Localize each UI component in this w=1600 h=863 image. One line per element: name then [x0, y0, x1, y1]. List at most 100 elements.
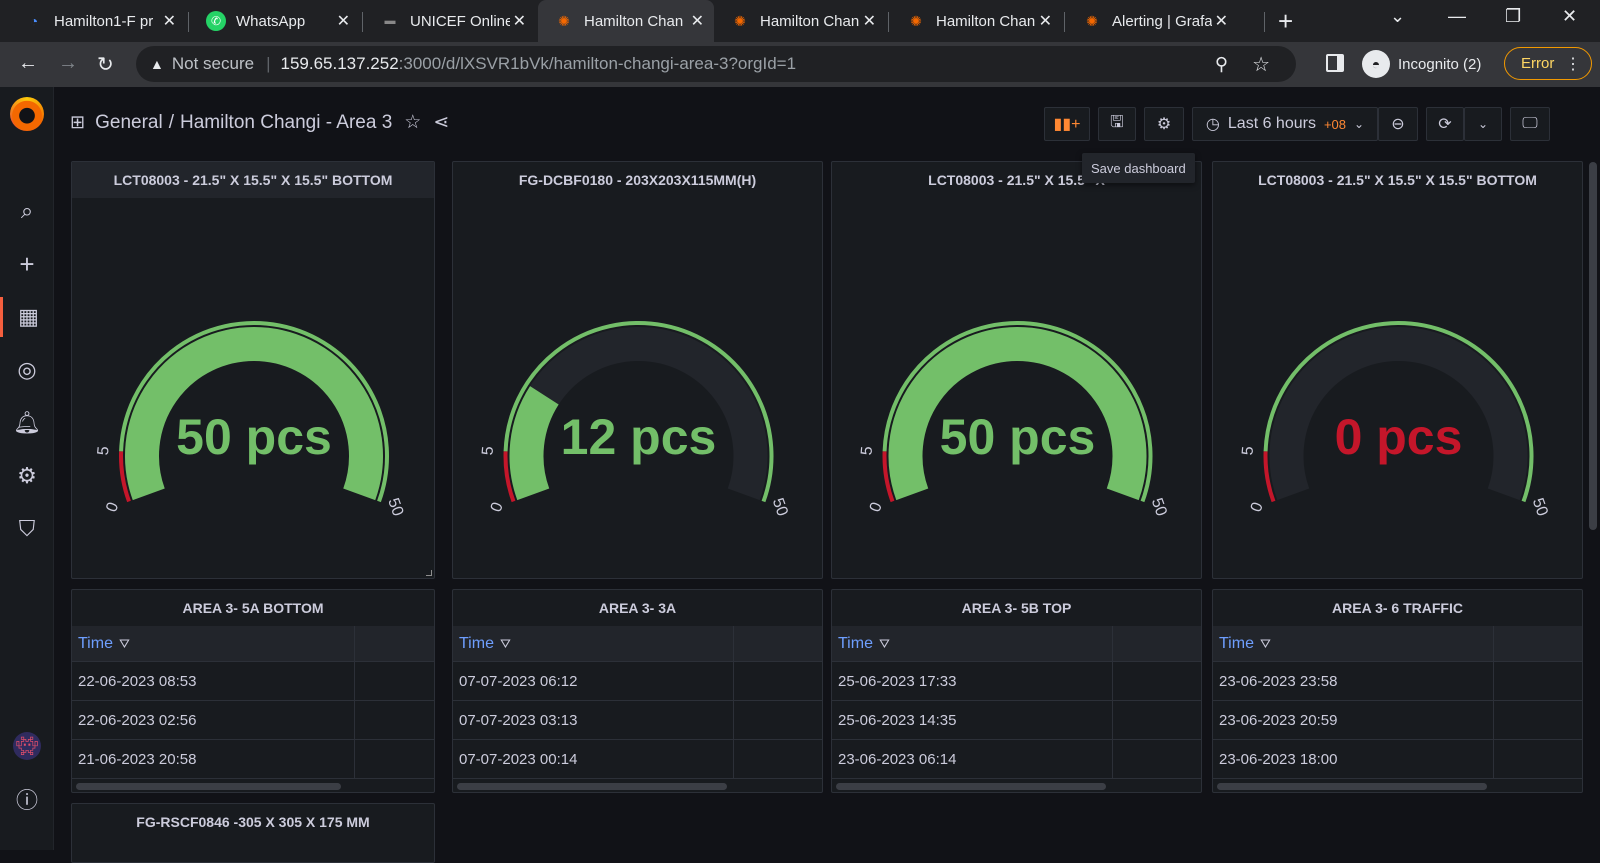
gauge-value-text: 50 pcs: [940, 409, 1096, 465]
panel-title[interactable]: AREA 3- 3A: [453, 590, 822, 626]
column-header-time[interactable]: Time ⛛: [832, 635, 890, 653]
resize-handle[interactable]: [426, 570, 432, 576]
browser-tab[interactable]: ✺ Alerting | Grafa ✕: [1066, 0, 1238, 42]
panel-title[interactable]: FG-RSCF0846 -305 X 305 X 175 MM: [72, 804, 434, 840]
panel-title[interactable]: LCT08003 - 21.5" X 15.5" X 15.5" BOTTOM: [72, 162, 434, 198]
search-icon[interactable]: ⌕: [0, 191, 54, 231]
timezone-label: +08: [1323, 116, 1347, 132]
new-tab-icon[interactable]: +: [1278, 6, 1293, 37]
close-icon[interactable]: ✕: [1215, 11, 1228, 31]
minimize-icon[interactable]: —: [1448, 6, 1466, 27]
browser-tab[interactable]: ◔ Hamilton1-F pr ✕: [8, 0, 186, 42]
back-icon[interactable]: ←: [18, 52, 38, 75]
close-icon[interactable]: ✕: [863, 11, 876, 31]
alerting-bell-icon[interactable]: 🔔︎: [0, 403, 54, 443]
browser-tab[interactable]: ✺ Hamilton Chan ✕: [890, 0, 1062, 42]
gauge-panel[interactable]: LCT08003 - 21.5" X 15.5" X 0 5 50 50 pcs: [831, 161, 1202, 579]
time-picker-button[interactable]: ◷ Last 6 hours +08 ⌄: [1192, 107, 1378, 141]
close-icon[interactable]: ✕: [691, 11, 704, 31]
panel-title[interactable]: FG-DCBF0180 - 203X203X115MM(H): [453, 162, 822, 198]
forward-icon[interactable]: →: [58, 52, 78, 75]
whatsapp-icon: ✆: [206, 11, 226, 31]
create-icon[interactable]: +: [0, 244, 54, 284]
reload-icon[interactable]: ↻: [97, 52, 114, 77]
gear-icon: ⚙: [1156, 116, 1172, 133]
server-admin-shield-icon[interactable]: ⛉: [0, 509, 54, 549]
panel-title[interactable]: AREA 3- 5A BOTTOM: [72, 590, 434, 626]
tv-mode-button[interactable]: 🖵︎: [1510, 107, 1550, 141]
add-panel-button[interactable]: ▮▮+: [1044, 107, 1090, 141]
grafana-icon: ✺: [910, 12, 922, 29]
save-dashboard-button[interactable]: 🖫︎: [1098, 107, 1136, 141]
column-header-time[interactable]: Time ⛛: [453, 635, 511, 653]
horizontal-scrollbar[interactable]: [836, 783, 1106, 790]
security-label[interactable]: Not secure: [172, 54, 254, 74]
explore-icon[interactable]: ◎: [0, 350, 54, 390]
browser-tab[interactable]: ✆ WhatsApp ✕: [190, 0, 360, 42]
browser-tab-active[interactable]: ✺ Hamilton Chan ✕: [538, 0, 714, 42]
unicef-icon: ▬: [384, 15, 396, 27]
dashboards-icon[interactable]: ▦: [0, 297, 54, 337]
close-icon[interactable]: ✕: [337, 11, 350, 31]
avatar[interactable]: 👾︎: [13, 732, 41, 760]
share-icon[interactable]: ⋖: [433, 111, 449, 134]
close-icon[interactable]: ✕: [513, 11, 526, 31]
filter-icon[interactable]: ⛛: [879, 636, 890, 652]
gauge-panel[interactable]: LCT08003 - 21.5" X 15.5" X 15.5" BOTTOM …: [71, 161, 435, 579]
side-panel-icon[interactable]: [1326, 54, 1344, 72]
favorite-star-icon[interactable]: ☆: [404, 111, 421, 134]
browser-tab[interactable]: ▬ UNICEF Online ✕: [364, 0, 536, 42]
error-button[interactable]: Error ⋮: [1504, 47, 1592, 80]
panel-title[interactable]: LCT08003 - 21.5" X 15.5" X 15.5" BOTTOM: [1213, 162, 1582, 198]
filter-icon[interactable]: ⛛: [500, 636, 511, 652]
zoom-out-button[interactable]: ⊖: [1378, 107, 1418, 141]
bookmark-star-icon[interactable]: ☆: [1252, 52, 1270, 77]
table-panel[interactable]: AREA 3- 5B TOP Time ⛛ 25-06-2023 17:33 25…: [831, 589, 1202, 793]
close-icon[interactable]: ✕: [163, 11, 176, 31]
gauge-threshold-label: 5: [1239, 445, 1257, 455]
table-panel[interactable]: AREA 3- 3A Time ⛛ 07-07-2023 06:12 07-07-…: [452, 589, 823, 793]
profile-button[interactable]: ◓ Incognito (2): [1362, 48, 1481, 80]
dashboard-settings-button[interactable]: ⚙: [1144, 107, 1184, 141]
gauge: 0 5 50 0 pcs: [1239, 321, 1551, 519]
table-panel[interactable]: AREA 3- 5A BOTTOM Time ⛛ 22-06-2023 08:53…: [71, 589, 435, 793]
grafana-logo-icon[interactable]: [10, 97, 44, 131]
grafana-icon: ✺: [558, 12, 570, 29]
filter-icon[interactable]: ⛛: [119, 636, 130, 652]
horizontal-scrollbar[interactable]: [457, 783, 727, 790]
add-panel-icon: ▮▮+: [1053, 116, 1081, 133]
tab-search-icon[interactable]: ⌄: [1390, 6, 1405, 27]
panel-title[interactable]: AREA 3- 6 TRAFFIC: [1213, 590, 1582, 626]
restore-icon[interactable]: ❐: [1505, 6, 1521, 27]
panel-title[interactable]: AREA 3- 5B TOP: [832, 590, 1201, 626]
table-row: 23-06-2023 23:58: [1213, 662, 1582, 701]
gauge-threshold-label: 5: [95, 445, 113, 455]
horizontal-scrollbar[interactable]: [1217, 783, 1487, 790]
gauge: 0 5 50 50 pcs: [95, 321, 406, 519]
gauge-panel[interactable]: FG-RSCF0846 -305 X 305 X 175 MM: [71, 803, 435, 863]
tooltip-text: Save dashboard: [1091, 160, 1186, 176]
page-title[interactable]: Hamilton Changi - Area 3: [180, 112, 392, 134]
url-field[interactable]: ▲ Not secure | 159.65.137.252:3000/d/lXS…: [136, 46, 1296, 82]
zoom-icon[interactable]: ⚲: [1215, 54, 1228, 75]
table-row: 23-06-2023 18:00: [1213, 740, 1582, 779]
tab-title: Hamilton Chan: [936, 12, 1036, 30]
column-header-time[interactable]: Time ⛛: [72, 635, 130, 653]
help-icon[interactable]: ⓘ: [0, 779, 54, 819]
gauge: 0 5 50 12 pcs: [479, 321, 791, 519]
gauge-panel[interactable]: LCT08003 - 21.5" X 15.5" X 15.5" BOTTOM …: [1212, 161, 1583, 579]
close-window-icon[interactable]: ✕: [1562, 6, 1577, 27]
column-header-time[interactable]: Time ⛛: [1213, 635, 1271, 653]
vertical-scrollbar[interactable]: [1589, 162, 1597, 530]
table-panel[interactable]: AREA 3- 6 TRAFFIC Time ⛛ 23-06-2023 23:58…: [1212, 589, 1583, 793]
gauge-panel[interactable]: FG-DCBF0180 - 203X203X115MM(H) 0 5 50 12 pc…: [452, 161, 823, 579]
refresh-interval-button[interactable]: ⌄: [1464, 107, 1502, 141]
configuration-gear-icon[interactable]: ⚙: [0, 456, 54, 496]
breadcrumb-folder[interactable]: General: [95, 112, 163, 134]
horizontal-scrollbar[interactable]: [76, 783, 341, 790]
browser-tab[interactable]: ✺ Hamilton Chan ✕: [714, 0, 886, 42]
close-icon[interactable]: ✕: [1039, 11, 1052, 31]
table-row: 23-06-2023 06:14: [832, 740, 1201, 779]
refresh-button[interactable]: ⟳: [1426, 107, 1464, 141]
filter-icon[interactable]: ⛛: [1260, 636, 1271, 652]
